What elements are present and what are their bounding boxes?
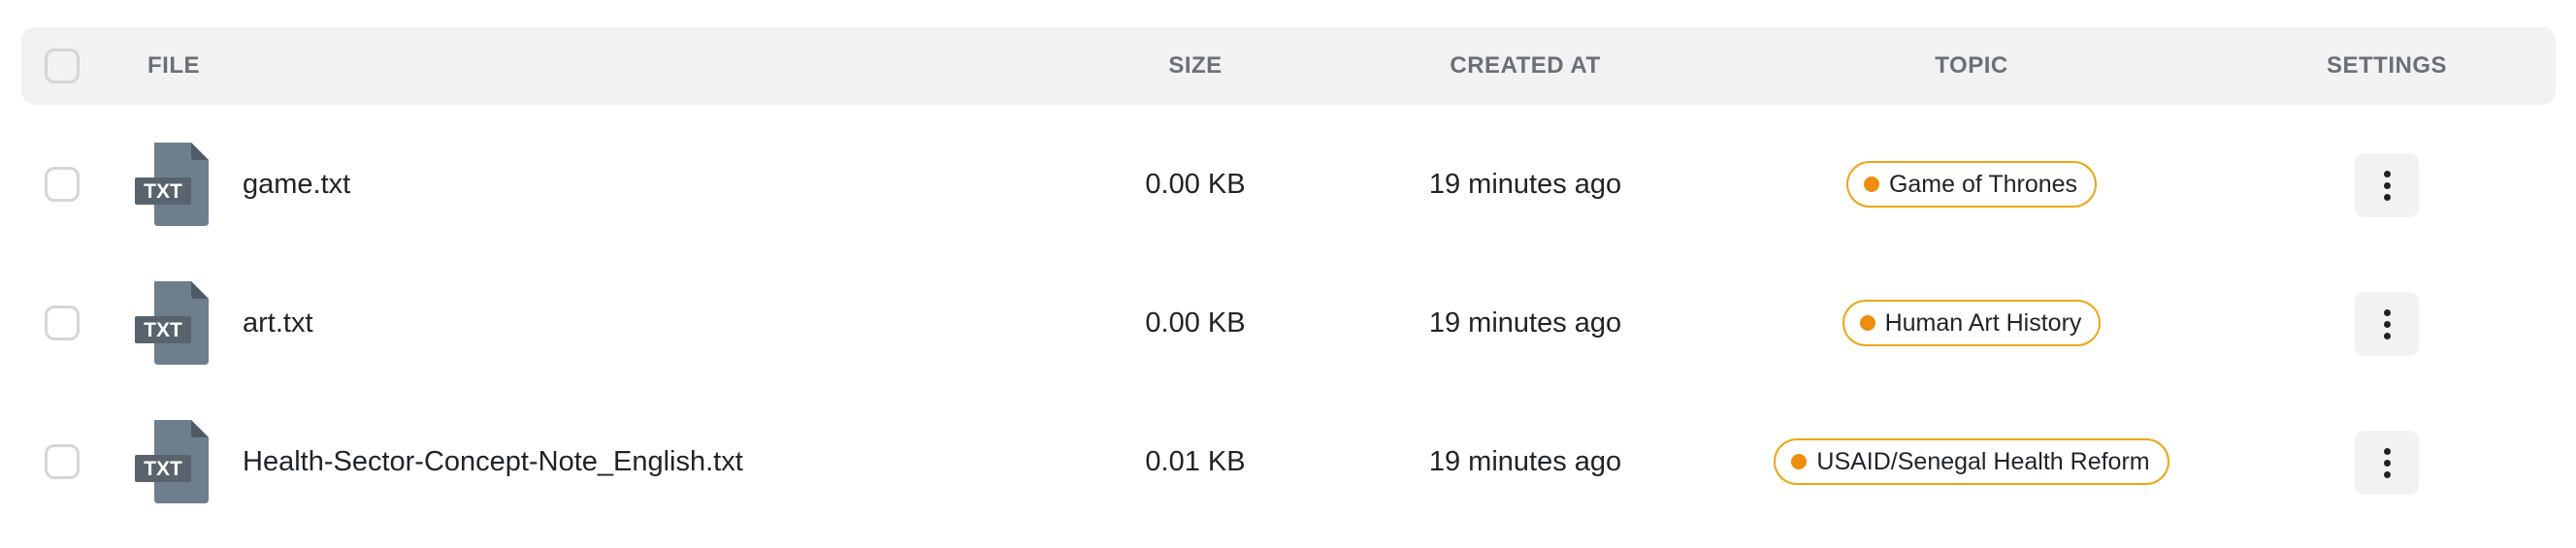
file-size: 0.00 KB bbox=[1145, 307, 1246, 338]
row-settings-button[interactable] bbox=[2355, 292, 2419, 356]
txt-file-icon: TXT bbox=[135, 143, 209, 226]
topic-cell: USAID/Senegal Health Reform bbox=[1680, 398, 2263, 526]
topic-cell: Game of Thrones bbox=[1680, 120, 2263, 248]
topic-badge[interactable]: USAID/Senegal Health Reform bbox=[1774, 438, 2169, 485]
file-name[interactable]: art.txt bbox=[243, 259, 313, 387]
topic-badge[interactable]: Game of Thrones bbox=[1845, 161, 2098, 208]
file-size: 0.01 KB bbox=[1145, 446, 1246, 477]
row-settings-button[interactable] bbox=[2355, 431, 2419, 495]
txt-file-icon: TXT bbox=[135, 420, 209, 503]
file-size: 0.00 KB bbox=[1145, 169, 1246, 200]
row-checkbox[interactable] bbox=[45, 167, 80, 202]
txt-file-icon: TXT bbox=[135, 281, 209, 365]
topic-label: Human Art History bbox=[1884, 308, 2082, 337]
topic-status-dot bbox=[1863, 177, 1879, 192]
topic-status-dot bbox=[1859, 315, 1875, 331]
topic-label: USAID/Senegal Health Reform bbox=[1816, 447, 2150, 475]
file-type-label: TXT bbox=[144, 180, 182, 203]
select-all-checkbox[interactable] bbox=[45, 48, 80, 83]
topic-cell: Human Art History bbox=[1680, 259, 2263, 387]
column-header-file[interactable]: FILE bbox=[147, 27, 200, 105]
topic-badge[interactable]: Human Art History bbox=[1842, 300, 2102, 346]
row-settings-button[interactable] bbox=[2355, 153, 2419, 217]
row-checkbox[interactable] bbox=[45, 444, 80, 479]
file-name[interactable]: Health-Sector-Concept-Note_English.txt bbox=[243, 398, 743, 526]
kebab-menu-icon bbox=[2383, 447, 2391, 455]
column-header-settings: SETTINGS bbox=[2326, 52, 2447, 79]
row-checkbox[interactable] bbox=[45, 306, 80, 340]
created-at: 19 minutes ago bbox=[1428, 446, 1622, 477]
table-row[interactable]: TXT Health-Sector-Concept-Note_English.t… bbox=[21, 398, 2556, 526]
created-at: 19 minutes ago bbox=[1428, 307, 1622, 338]
kebab-menu-icon bbox=[2383, 170, 2391, 177]
column-header-topic[interactable]: TOPIC bbox=[1826, 27, 2117, 105]
files-table: FILE SIZE CREATED AT TOPIC SETTINGS TXT … bbox=[0, 0, 2576, 548]
created-at: 19 minutes ago bbox=[1428, 169, 1622, 200]
kebab-menu-icon bbox=[2383, 308, 2391, 316]
file-type-label: TXT bbox=[144, 458, 182, 480]
table-header: FILE SIZE CREATED AT TOPIC SETTINGS bbox=[21, 27, 2556, 105]
topic-status-dot bbox=[1791, 454, 1808, 469]
topic-label: Game of Thrones bbox=[1888, 170, 2078, 198]
file-name[interactable]: game.txt bbox=[243, 120, 350, 248]
column-header-size[interactable]: SIZE bbox=[1147, 27, 1244, 105]
table-row[interactable]: TXT art.txt 0.00 KB 19 minutes ago Human… bbox=[21, 259, 2556, 387]
table-row[interactable]: TXT game.txt 0.00 KB 19 minutes ago Game… bbox=[21, 120, 2556, 248]
file-type-label: TXT bbox=[144, 319, 182, 341]
column-header-created-at[interactable]: CREATED AT bbox=[1380, 27, 1671, 105]
